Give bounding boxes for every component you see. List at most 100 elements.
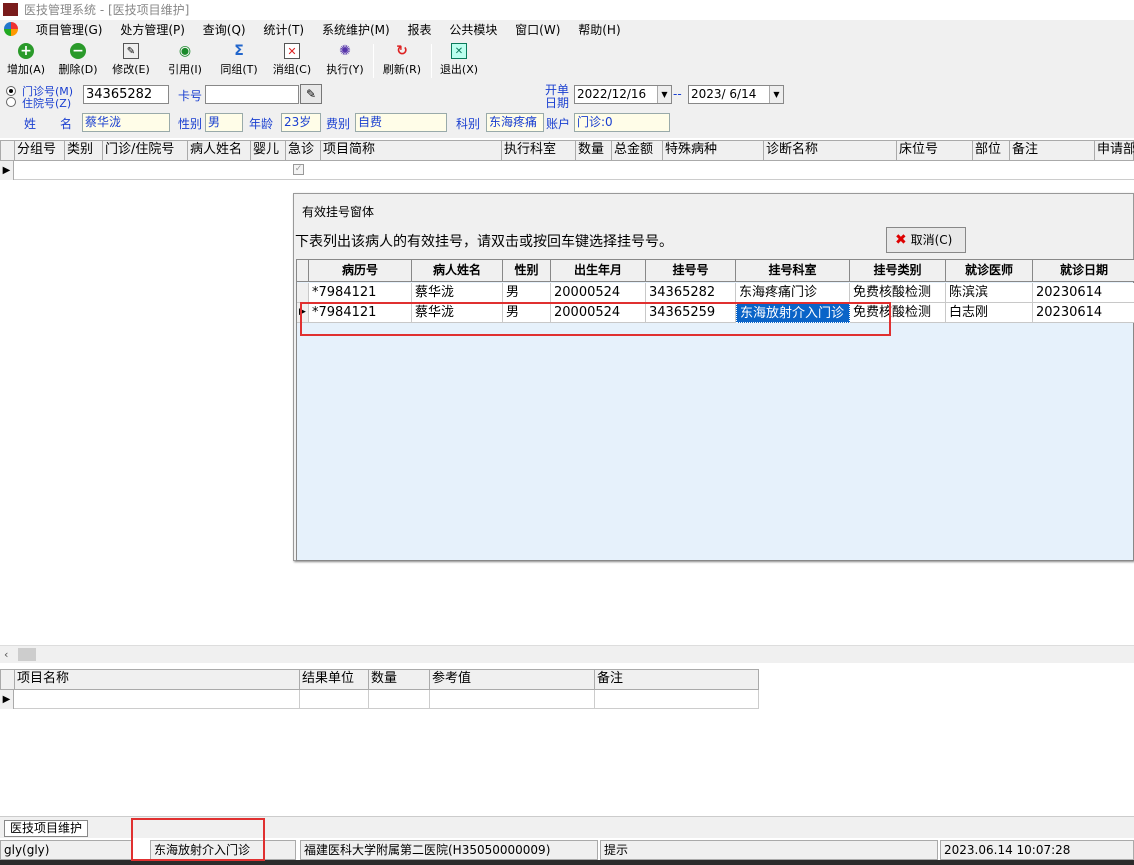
col-sex[interactable]: 性别 <box>503 260 551 282</box>
tab-project-maintenance[interactable]: 医技项目维护 <box>4 820 89 837</box>
menu-common[interactable]: 公共模块 <box>442 20 504 40</box>
table-cell[interactable]: *7984121 <box>309 283 412 303</box>
table-cell[interactable]: 20230614 <box>1033 303 1134 323</box>
col-patient-name[interactable]: 病人姓名 <box>412 260 503 282</box>
delete-button[interactable]: − 删除(D) <box>56 43 100 77</box>
card-reader-button[interactable]: ✎ <box>300 84 322 104</box>
menu-project[interactable]: 项目管理(G) <box>29 20 110 40</box>
col-bed-no[interactable]: 床位号 <box>897 141 973 160</box>
menu-help[interactable]: 帮助(H) <box>571 20 627 40</box>
table-cell[interactable]: 陈滨滨 <box>946 283 1033 303</box>
scroll-left-icon[interactable]: ‹ <box>4 648 8 661</box>
cancel-group-button[interactable]: ✕ 消组(C) <box>270 43 314 77</box>
dialog-cancel-button[interactable]: ✖ 取消(C) <box>886 227 966 253</box>
col-reg-no[interactable]: 挂号号 <box>646 260 736 282</box>
fee-field[interactable]: 自费 <box>355 113 447 132</box>
gear-icon: ✺ <box>339 43 351 59</box>
col-total-amount[interactable]: 总金额 <box>612 141 663 160</box>
bottom-grid-header: 项目名称 结果单位 数量 参考值 备注 <box>0 669 759 690</box>
table-cell[interactable]: 蔡华泷 <box>412 283 503 303</box>
menu-window[interactable]: 窗口(W) <box>508 20 567 40</box>
col-reg-dept[interactable]: 挂号科室 <box>736 260 850 282</box>
menu-system[interactable]: 系统维护(M) <box>315 20 397 40</box>
account-field[interactable]: 门诊:0 <box>574 113 670 132</box>
sex-label: 性别 <box>178 117 203 131</box>
col-group-no[interactable]: 分组号 <box>15 141 65 160</box>
main-horizontal-scrollbar[interactable]: ‹ <box>0 645 1134 663</box>
row-pointer-icon: ▶ <box>0 690 14 709</box>
toolbar-separator <box>431 44 432 78</box>
date-separator: -- <box>673 87 682 101</box>
col-remark[interactable]: 备注 <box>595 670 759 689</box>
dept-field[interactable]: 东海疼痛 <box>486 113 544 132</box>
bottom-grid-row[interactable]: ▶ <box>0 690 759 709</box>
col-record-no[interactable]: 病历号 <box>309 260 412 282</box>
exit-button[interactable]: ✕ 退出(X) <box>437 43 481 77</box>
name-field[interactable]: 蔡华泷 <box>82 113 170 132</box>
table-cell[interactable]: 20000524 <box>551 283 646 303</box>
col-quantity[interactable]: 数量 <box>576 141 612 160</box>
date-to-input[interactable]: 2023/ 6/14 ▼ <box>688 85 784 104</box>
table-cell[interactable]: 男 <box>503 283 551 303</box>
highlight-box <box>300 302 891 336</box>
col-reg-type[interactable]: 挂号类别 <box>850 260 946 282</box>
radio-outpatient[interactable] <box>6 86 16 96</box>
col-patient-name[interactable]: 病人姓名 <box>188 141 251 160</box>
menu-prescription[interactable]: 处方管理(P) <box>113 20 192 40</box>
col-emergency[interactable]: 急诊 <box>286 141 321 160</box>
name-label: 姓 名 <box>24 117 73 131</box>
table-cell[interactable]: 34365282 <box>646 283 736 303</box>
main-grid-row[interactable]: ▶ ✓ <box>0 161 1134 180</box>
close-icon: ✖ <box>895 232 907 248</box>
chevron-down-icon[interactable]: ▼ <box>657 86 671 103</box>
col-diagnosis[interactable]: 诊断名称 <box>764 141 897 160</box>
col-item-name[interactable]: 项目名称 <box>15 670 300 689</box>
col-infant[interactable]: 婴儿 <box>251 141 286 160</box>
col-site[interactable]: 部位 <box>973 141 1010 160</box>
chevron-down-icon[interactable]: ▼ <box>769 86 783 103</box>
col-birth[interactable]: 出生年月 <box>551 260 646 282</box>
col-exec-dept[interactable]: 执行科室 <box>502 141 576 160</box>
menu-report[interactable]: 报表 <box>400 20 438 40</box>
refresh-icon: ↻ <box>396 43 408 59</box>
emergency-checkbox[interactable]: ✓ <box>293 164 304 175</box>
scrollbar-thumb[interactable] <box>18 648 36 661</box>
col-doctor[interactable]: 就诊医师 <box>946 260 1033 282</box>
card-number-input[interactable] <box>205 85 299 104</box>
col-category[interactable]: 类别 <box>65 141 103 160</box>
table-cell[interactable]: 白志刚 <box>946 303 1033 323</box>
col-special-disease[interactable]: 特殊病种 <box>663 141 764 160</box>
col-result-unit[interactable]: 结果单位 <box>300 670 369 689</box>
table-cell[interactable]: 免费核酸检测 <box>850 283 946 303</box>
menu-query[interactable]: 查询(Q) <box>196 20 253 40</box>
exit-label: 退出(X) <box>439 63 479 76</box>
same-group-label: 同组(T) <box>220 63 258 76</box>
app-logo-icon <box>0 20 25 40</box>
execute-button[interactable]: ✺ 执行(Y) <box>323 43 367 77</box>
menu-bar: 项目管理(G) 处方管理(P) 查询(Q) 统计(T) 系统维护(M) 报表 公… <box>0 20 1134 40</box>
sex-field[interactable]: 男 <box>205 113 243 132</box>
add-button[interactable]: + 增加(A) <box>4 43 48 77</box>
same-group-button[interactable]: Σ 同组(T) <box>217 43 261 77</box>
table-cell[interactable]: 东海疼痛门诊 <box>736 283 850 303</box>
radio-inpatient[interactable] <box>6 97 16 107</box>
col-item-short[interactable]: 项目简称 <box>321 141 502 160</box>
table-cell[interactable]: 20230614 <box>1033 283 1134 303</box>
dept-label: 科别 <box>456 117 481 131</box>
col-remark[interactable]: 备注 <box>1010 141 1095 160</box>
col-visit-date[interactable]: 就诊日期 <box>1033 260 1134 282</box>
menu-statistics[interactable]: 统计(T) <box>256 20 311 40</box>
edit-button[interactable]: ✎ 修改(E) <box>109 43 153 77</box>
col-apply-dept[interactable]: 申请部 <box>1095 141 1134 160</box>
add-label: 增加(A) <box>6 63 46 76</box>
col-reference-value[interactable]: 参考值 <box>430 670 595 689</box>
age-field[interactable]: 23岁 <box>281 113 321 132</box>
col-patient-no[interactable]: 门诊/住院号 <box>103 141 188 160</box>
cancel-group-label: 消组(C) <box>272 63 312 76</box>
refresh-button[interactable]: ↻ 刷新(R) <box>380 43 424 77</box>
reference-button[interactable]: ◉ 引用(I) <box>163 43 207 77</box>
patient-number-input[interactable]: 34365282 <box>83 85 169 104</box>
date-from-input[interactable]: 2022/12/16 ▼ <box>574 85 672 104</box>
row-indicator-header <box>1 670 15 689</box>
col-quantity[interactable]: 数量 <box>369 670 430 689</box>
